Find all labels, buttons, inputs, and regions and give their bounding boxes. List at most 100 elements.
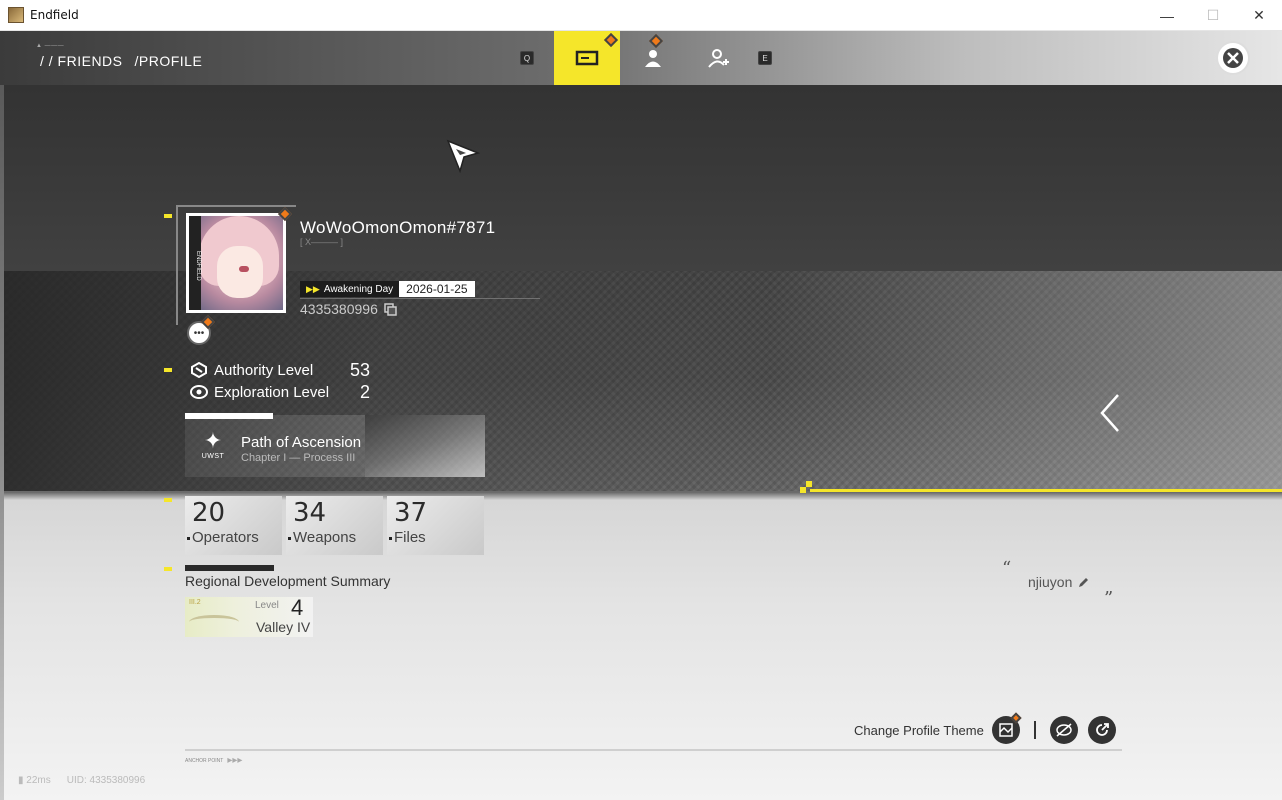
levels-panel: Authority Level 53 Exploration Level 2	[190, 359, 370, 403]
avatar-eye	[239, 266, 249, 272]
stat-value: 20	[192, 498, 226, 528]
eye-off-icon	[1056, 723, 1072, 737]
separator	[1033, 721, 1036, 739]
region-card[interactable]: III.2 Level 4 Valley IV	[185, 595, 313, 637]
stat-label: Files	[389, 529, 426, 546]
close-quote-icon: ”	[1104, 588, 1114, 609]
uid-value: 4335380996	[300, 301, 378, 317]
signature: “ njiuyon ”	[1000, 558, 1122, 609]
awakening-label-text: Awakening Day	[323, 283, 394, 295]
bottom-actions: Change Profile Theme	[854, 712, 1116, 744]
chevron-left-icon[interactable]	[1098, 393, 1122, 433]
exploration-level: Exploration Level 2	[190, 381, 370, 403]
window-titlebar: Endfield — ☐ ✕	[0, 0, 1282, 31]
ping-value: 22ms	[26, 775, 51, 786]
uid-row: 4335380996	[300, 301, 397, 317]
footer-uid: UID: 4335380996	[66, 775, 146, 786]
section-marker	[164, 498, 172, 502]
edge-decoration	[0, 85, 4, 800]
app-icon	[8, 7, 24, 23]
minimize-button[interactable]: —	[1144, 0, 1190, 31]
section-marker	[164, 567, 172, 571]
hide-ui-button[interactable]	[1049, 716, 1078, 744]
copy-icon[interactable]	[384, 302, 397, 316]
ping-indicator: ▮ 22ms	[18, 775, 51, 786]
key-hint-q: Q	[520, 51, 534, 65]
region-level-label: Level	[255, 600, 279, 611]
avatar-side-label: ENDFIELD	[189, 216, 201, 310]
share-icon	[1095, 723, 1109, 736]
region-terrain-icon	[189, 615, 239, 629]
stat-operators[interactable]: 20 Operators	[185, 496, 282, 555]
stat-label: Operators	[187, 529, 259, 546]
accent-square	[806, 481, 812, 487]
edit-icon[interactable]	[1078, 576, 1090, 588]
share-button[interactable]	[1087, 716, 1116, 744]
region-name: Valley IV	[256, 619, 311, 635]
uwst-logo-text: UWST	[201, 453, 225, 460]
notification-badge	[648, 33, 664, 49]
section-marker	[164, 368, 172, 372]
close-window-button[interactable]: ✕	[1236, 0, 1282, 31]
breadcrumb-profile: /PROFILE	[134, 53, 203, 69]
window-controls: — ☐ ✕	[1144, 0, 1282, 31]
theme-icon	[999, 723, 1013, 737]
change-theme-button[interactable]	[991, 712, 1022, 744]
signal-icon: ▮	[18, 775, 24, 786]
section-marker	[164, 214, 172, 218]
exploration-level-value: 2	[359, 381, 370, 402]
authority-level-value: 53	[349, 359, 370, 380]
uwst-logo: ✦ UWST	[195, 429, 231, 467]
awakening-label: ▶▶ Awakening Day	[300, 281, 400, 297]
tab-friends[interactable]	[620, 31, 686, 85]
close-icon	[1223, 48, 1243, 68]
anchor-point: ANCHOR POINT ▸▸▸	[185, 755, 242, 766]
stat-files[interactable]: 37 Files	[387, 496, 484, 555]
notification-badge	[603, 32, 619, 48]
accent-line	[810, 489, 1282, 492]
authority-level-icon	[190, 361, 208, 379]
anchor-label: ANCHOR POINT	[185, 757, 224, 764]
exploration-level-icon	[190, 383, 208, 401]
window-title: Endfield	[30, 8, 79, 22]
divider	[300, 298, 540, 299]
user-subtag: [ X——— ]	[300, 237, 344, 247]
accent-square	[800, 487, 806, 493]
region-level-value: 4	[291, 595, 304, 620]
signature-text: njiuyon	[1028, 574, 1073, 590]
footer-status: ▮ 22ms UID: 4335380996	[18, 775, 145, 786]
nav-tabs: Q E	[520, 31, 772, 85]
stats-row: 20 Operators 34 Weapons 37 Files	[185, 496, 484, 555]
profile-card-icon	[575, 50, 599, 66]
stat-value: 34	[293, 498, 327, 528]
uwst-star-icon: ✦	[203, 428, 223, 453]
game-viewport: ▲ ——— / / FRIENDS /PROFILE Q E ENDFIELD …	[0, 31, 1282, 800]
stat-value: 37	[394, 498, 428, 528]
region-tag: III.2	[189, 599, 201, 606]
user-icon	[645, 50, 661, 67]
authority-level: Authority Level 53	[190, 359, 370, 381]
stat-label: Weapons	[287, 529, 357, 546]
stat-weapons[interactable]: 34 Weapons	[286, 496, 383, 555]
authority-level-label: Authority Level	[214, 361, 314, 379]
cursor-icon	[446, 139, 480, 173]
maximize-button[interactable]: ☐	[1190, 0, 1236, 31]
username: WoWoOmonOmon#7871	[300, 218, 496, 237]
breadcrumb-decoration: ▲ ———	[36, 43, 65, 49]
awakening-day: ▶▶ Awakening Day 2026-01-25	[300, 281, 475, 297]
region-title: Regional Development Summary	[185, 573, 391, 589]
awakening-date: 2026-01-25	[399, 281, 475, 297]
exploration-level-label: Exploration Level	[214, 383, 330, 401]
top-nav-bar: ▲ ——— / / FRIENDS /PROFILE Q E	[0, 31, 1282, 85]
close-profile-button[interactable]	[1218, 43, 1248, 73]
path-of-ascension-card[interactable]: ✦ UWST Path of Ascension Chapter I — Pro…	[185, 413, 485, 477]
chevrons-icon: ▸▸▸	[227, 755, 243, 766]
avatar[interactable]: ENDFIELD	[186, 213, 286, 313]
chat-icon: •••	[193, 327, 205, 339]
tab-profile[interactable]	[554, 31, 620, 85]
key-hint-e: E	[758, 51, 772, 65]
tab-add-friend[interactable]	[686, 31, 752, 85]
open-quote-icon: “	[1002, 558, 1012, 579]
card-top-strip	[185, 413, 273, 419]
breadcrumb-friends[interactable]: / / FRIENDS	[40, 53, 123, 69]
